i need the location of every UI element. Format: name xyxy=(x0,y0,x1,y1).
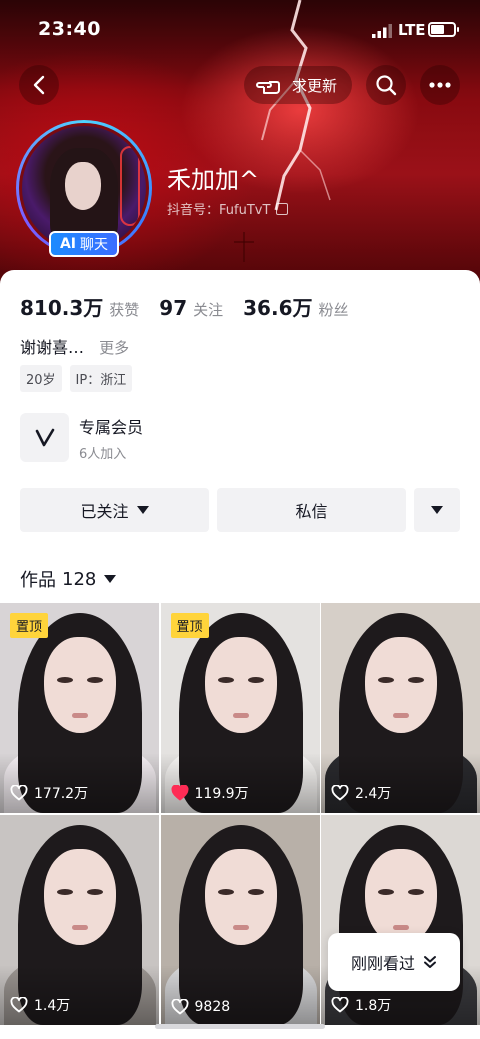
video-thumbnail[interactable]: 2.4万 xyxy=(321,603,480,813)
thumbnail-face xyxy=(365,849,437,945)
stat-following[interactable]: 97 关注 xyxy=(159,296,223,320)
like-count: 1.8万 xyxy=(331,995,391,1015)
stats-row: 810.3万 获赞 97 关注 36.6万 粉丝 xyxy=(20,292,369,321)
more-icon xyxy=(429,82,451,88)
like-count: 119.9万 xyxy=(171,783,249,803)
recently-viewed-label: 刚刚看过 xyxy=(350,954,415,973)
signal-icon xyxy=(372,24,392,38)
works-tab[interactable]: 作品 128 xyxy=(20,566,117,592)
more-button[interactable] xyxy=(420,65,460,105)
request-update-button[interactable]: 求更新 xyxy=(244,66,352,104)
double-chevron-down-icon xyxy=(424,956,436,968)
status-bar: 23:40 LTE xyxy=(0,0,480,60)
message-button[interactable]: 私信 xyxy=(217,488,406,532)
ai-chip-label: 聊天 xyxy=(80,237,109,253)
hand-icon xyxy=(256,81,280,94)
pinned-badge: 置顶 xyxy=(170,613,209,638)
membership-logo xyxy=(20,413,69,462)
caret-down-icon xyxy=(136,506,149,514)
like-count: 1.4万 xyxy=(10,995,70,1015)
stat-followers-label: 粉丝 xyxy=(318,301,349,319)
recommend-dropdown-button[interactable] xyxy=(414,488,460,532)
like-count-value: 1.8万 xyxy=(355,998,392,1014)
pinned-badge: 置顶 xyxy=(10,613,49,638)
nickname: 禾加加^ xyxy=(167,166,260,194)
home-indicator xyxy=(155,1024,325,1029)
back-button[interactable] xyxy=(19,65,59,105)
video-thumbnail[interactable]: 置顶 119.9万 xyxy=(160,603,320,813)
heart-icon xyxy=(171,999,188,1015)
back-icon xyxy=(33,75,45,95)
video-thumbnail[interactable]: 9828 xyxy=(160,815,320,1025)
request-update-label: 求更新 xyxy=(292,76,338,95)
stat-following-value: 97 xyxy=(159,296,188,320)
tag-ip-location: IP：浙江 xyxy=(69,365,133,392)
works-label: 作品 xyxy=(20,570,56,591)
thumbnail-face xyxy=(204,637,277,733)
membership-entry[interactable]: 专属会员 6人加入 xyxy=(20,413,143,462)
heart-icon xyxy=(10,997,28,1013)
like-count-value: 9828 xyxy=(194,999,231,1015)
works-count: 128 xyxy=(62,568,97,590)
video-thumbnail[interactable]: 置顶 177.2万 xyxy=(0,603,159,813)
thumbnail-face xyxy=(44,849,116,945)
membership-title: 专属会员 xyxy=(79,417,144,437)
followed-label: 已关注 xyxy=(80,502,129,521)
like-count-value: 177.2万 xyxy=(34,786,89,802)
like-count: 177.2万 xyxy=(10,783,88,803)
ai-chat-badge[interactable]: AI 聊天 xyxy=(49,231,119,257)
action-row: 已关注 私信 xyxy=(20,488,460,532)
stat-likes-value: 810.3万 xyxy=(20,296,104,320)
heart-icon xyxy=(331,997,349,1013)
search-icon xyxy=(376,75,397,96)
caret-down-icon xyxy=(431,506,443,514)
search-button[interactable] xyxy=(366,65,406,105)
stat-followers-value: 36.6万 xyxy=(243,296,313,320)
heart-icon xyxy=(10,785,28,801)
v-logo-icon xyxy=(35,428,54,446)
video-thumbnail[interactable]: 1.4万 xyxy=(0,815,159,1025)
like-count-value: 119.9万 xyxy=(194,786,249,802)
stat-following-label: 关注 xyxy=(193,301,224,319)
bio-more-link[interactable]: 更多 xyxy=(99,339,129,357)
bio-text: 谢谢喜… xyxy=(20,338,85,357)
like-count-value: 2.4万 xyxy=(355,786,392,802)
like-count: 9828 xyxy=(171,999,231,1015)
profile-tags: 20岁 IP：浙江 xyxy=(20,365,140,392)
message-label: 私信 xyxy=(295,502,328,521)
ai-chip-prefix: AI xyxy=(59,236,77,252)
copy-icon[interactable] xyxy=(276,202,289,215)
battery-icon xyxy=(428,22,459,37)
status-time: 23:40 xyxy=(38,18,101,40)
thumbnail-face xyxy=(44,637,116,733)
stat-likes: 810.3万 获赞 xyxy=(20,292,139,321)
caret-down-icon xyxy=(104,575,117,583)
membership-subtitle: 6人加入 xyxy=(79,446,127,462)
douyin-id[interactable]: 抖音号：FufuTvT xyxy=(167,199,289,218)
video-thumbnail[interactable]: 1.8万 xyxy=(321,815,480,1025)
heart-icon xyxy=(171,785,188,801)
thumbnail-face xyxy=(365,637,437,733)
followed-button[interactable]: 已关注 xyxy=(20,488,209,532)
douyin-id-text: 抖音号：FufuTvT xyxy=(167,203,271,218)
stat-followers[interactable]: 36.6万 粉丝 xyxy=(243,292,348,321)
recently-viewed-button[interactable]: 刚刚看过 xyxy=(328,933,460,991)
network-label: LTE xyxy=(398,21,426,39)
heart-icon xyxy=(331,785,349,801)
stat-likes-label: 获赞 xyxy=(109,301,140,319)
like-count: 2.4万 xyxy=(331,783,391,803)
tag-age: 20岁 xyxy=(20,365,62,392)
bio: 谢谢喜… 更多 xyxy=(20,334,129,358)
thumbnail-face xyxy=(204,849,277,945)
like-count-value: 1.4万 xyxy=(34,998,71,1014)
profile-sheet: 810.3万 获赞 97 关注 36.6万 粉丝 谢谢喜… 更多 20岁 IP：… xyxy=(0,270,480,1039)
